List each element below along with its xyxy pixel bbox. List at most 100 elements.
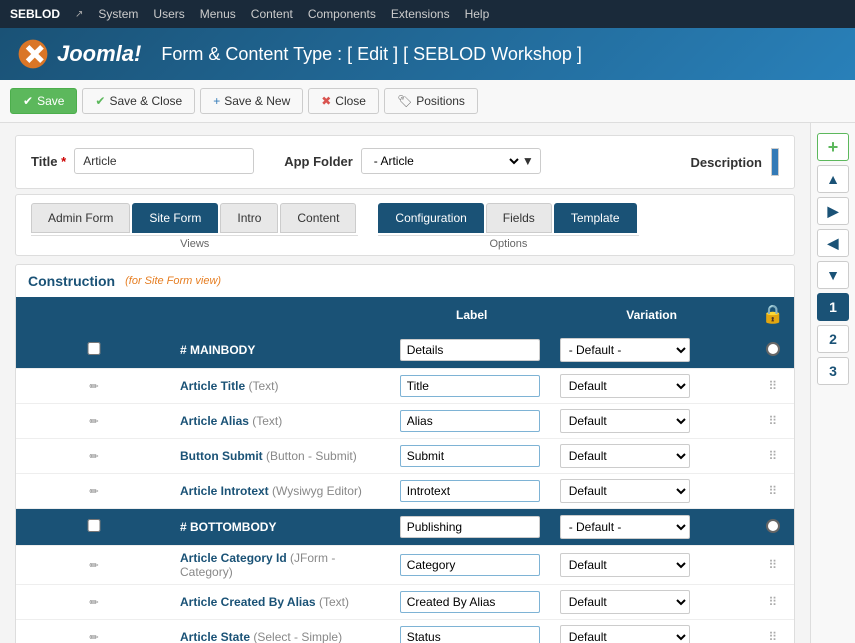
article-introtext-variation-select[interactable]: Default (560, 479, 690, 503)
save-close-button[interactable]: ✔ Save & Close (82, 88, 195, 114)
sidebar-page-3-button[interactable]: 3 (817, 357, 849, 385)
title-input[interactable] (74, 148, 254, 174)
sidebar-up-button[interactable]: ▲ (817, 165, 849, 193)
tab-template[interactable]: Template (554, 203, 637, 233)
joomla-logo-icon (15, 36, 51, 72)
section-bottombody-variation-select[interactable]: - Default - (560, 515, 690, 539)
article-state-label-input[interactable] (400, 626, 540, 643)
right-sidebar: + ▲ ▶ ◀ ▼ 1 2 3 (810, 123, 855, 643)
tab-configuration[interactable]: Configuration (378, 203, 483, 233)
sidebar-left-button[interactable]: ◀ (817, 229, 849, 257)
section-mainbody-variation-select[interactable]: - Default - (560, 338, 690, 362)
field-name-article-state: Article State (Select - Simple) (172, 620, 392, 643)
drag-handle-icon-article-alias[interactable]: ⠿ (768, 414, 777, 428)
app-folder-select-wrapper[interactable]: - Article ▼ (361, 148, 541, 174)
construction-header: Construction (for Site Form view) (16, 265, 794, 297)
article-introtext-type: (Wysiwyg Editor) (272, 484, 362, 498)
nav-extensions[interactable]: Extensions (391, 7, 450, 21)
article-title-variation-select[interactable]: Default (560, 374, 690, 398)
site-name[interactable]: SEBLOD (10, 7, 60, 21)
article-created-by-alias-label-input[interactable] (400, 591, 540, 613)
views-label: Views (180, 238, 209, 250)
nav-users[interactable]: Users (153, 7, 184, 21)
section-bottombody-title: # BOTTOMBODY (172, 509, 392, 546)
close-x-icon: ✖ (321, 94, 331, 108)
section-mainbody-radio[interactable] (766, 342, 780, 356)
section-bottombody-variation-cell: - Default - (552, 509, 752, 546)
article-introtext-label-input[interactable] (400, 480, 540, 502)
article-alias-link[interactable]: Article Alias (180, 414, 249, 428)
table-row-article-title: ✏ Article Title (Text) Default (16, 369, 794, 404)
table-row-article-state: ✏ Article State (Select - Simple) Defaul… (16, 620, 794, 643)
drag-handle-icon-article-state[interactable]: ⠿ (768, 630, 777, 643)
button-submit-label-input[interactable] (400, 445, 540, 467)
section-bottombody-checkbox[interactable] (24, 519, 164, 532)
article-state-variation-select[interactable]: Default (560, 625, 690, 643)
article-category-variation-select[interactable]: Default (560, 553, 690, 577)
article-alias-variation-select[interactable]: Default (560, 409, 690, 433)
article-introtext-link[interactable]: Article Introtext (180, 484, 269, 498)
save-button[interactable]: ✔ Save (10, 88, 77, 114)
section-bottombody-label-input[interactable] (400, 516, 540, 538)
joomla-header: Joomla! Form & Content Type : [ Edit ] [… (0, 28, 855, 80)
tab-fields[interactable]: Fields (486, 203, 552, 233)
article-created-by-alias-link[interactable]: Article Created By Alias (180, 595, 316, 609)
section-bottombody-label-cell (392, 509, 552, 546)
tab-content[interactable]: Content (280, 203, 356, 233)
section-mainbody-checkbox[interactable] (24, 342, 164, 355)
article-state-link[interactable]: Article State (180, 630, 250, 643)
drag-handle-icon-button-submit[interactable]: ⠿ (768, 449, 777, 463)
article-title-link[interactable]: Article Title (180, 379, 245, 393)
edit-pencil-icon-article-created-by-alias[interactable]: ✏ (89, 597, 98, 609)
sidebar-right-button[interactable]: ▶ (817, 197, 849, 225)
views-tabs-inner: Admin Form Site Form Intro Content (31, 203, 358, 233)
article-created-by-alias-variation-select[interactable]: Default (560, 590, 690, 614)
section-mainbody-label-input[interactable] (400, 339, 540, 361)
button-submit-link[interactable]: Button Submit (180, 449, 263, 463)
table-header-row: Label Variation 🔒 (16, 297, 794, 332)
app-folder-select[interactable]: - Article (368, 149, 522, 173)
nav-content[interactable]: Content (251, 7, 293, 21)
nav-system[interactable]: System (98, 7, 138, 21)
col-lock-header: 🔒 (752, 297, 794, 332)
article-category-label-input[interactable] (400, 554, 540, 576)
description-label: Description (690, 155, 762, 170)
sidebar-add-button[interactable]: + (817, 133, 849, 161)
edit-pencil-icon-article-introtext[interactable]: ✏ (89, 486, 98, 498)
tab-intro[interactable]: Intro (220, 203, 278, 233)
tab-site-form[interactable]: Site Form (132, 203, 218, 233)
nav-menus[interactable]: Menus (200, 7, 236, 21)
button-submit-variation-select[interactable]: Default (560, 444, 690, 468)
sidebar-down-button[interactable]: ▼ (817, 261, 849, 289)
field-name-article-created-by-alias: Article Created By Alias (Text) (172, 585, 392, 620)
description-area: Description (690, 148, 779, 176)
save-new-button[interactable]: + Save & New (200, 88, 303, 114)
article-alias-label-input[interactable] (400, 410, 540, 432)
edit-pencil-icon-article-state[interactable]: ✏ (89, 632, 98, 643)
close-button[interactable]: ✖ Close (308, 88, 379, 114)
section-bottombody-radio[interactable] (766, 519, 780, 533)
section-mainbody-label-cell (392, 332, 552, 369)
section-bottombody: # BOTTOMBODY - Default - (16, 509, 794, 546)
edit-pencil-icon-button-submit[interactable]: ✏ (89, 451, 98, 463)
sidebar-page-2-button[interactable]: 2 (817, 325, 849, 353)
construction-area: Construction (for Site Form view) Label … (15, 264, 795, 643)
positions-button[interactable]: 🏷 Positions (384, 88, 478, 114)
dropdown-icon: ▼ (522, 154, 534, 168)
tabs-row: Admin Form Site Form Intro Content Views… (31, 203, 779, 250)
edit-pencil-icon-article-category[interactable]: ✏ (89, 560, 98, 572)
table-body: # MAINBODY - Default - (16, 332, 794, 643)
edit-pencil-icon-article-alias[interactable]: ✏ (89, 416, 98, 428)
tab-admin-form[interactable]: Admin Form (31, 203, 130, 233)
edit-pencil-icon-article-title[interactable]: ✏ (89, 381, 98, 393)
article-category-link[interactable]: Article Category Id (180, 551, 287, 565)
drag-handle-icon-article-title[interactable]: ⠿ (768, 379, 777, 393)
drag-handle-icon-article-introtext[interactable]: ⠿ (768, 484, 777, 498)
nav-components[interactable]: Components (308, 7, 376, 21)
drag-handle-icon-article-created-by-alias[interactable]: ⠿ (768, 595, 777, 609)
article-title-type: (Text) (248, 379, 278, 393)
drag-handle-icon-article-category[interactable]: ⠿ (768, 558, 777, 572)
nav-help[interactable]: Help (465, 7, 490, 21)
sidebar-page-1-button[interactable]: 1 (817, 293, 849, 321)
article-title-label-input[interactable] (400, 375, 540, 397)
